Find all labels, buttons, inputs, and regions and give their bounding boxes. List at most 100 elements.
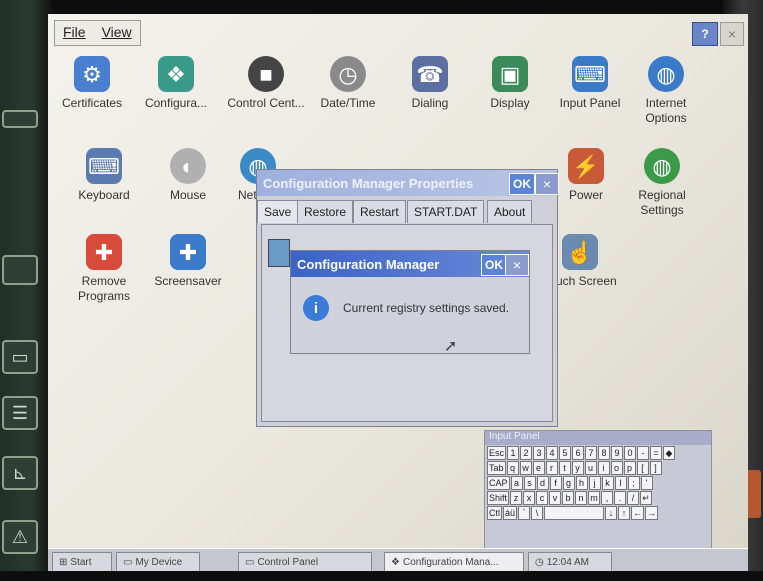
key[interactable]: v — [549, 491, 562, 505]
applet-label: Input Panel — [559, 96, 621, 110]
applet-configuration[interactable]: ❖ Configura... — [134, 56, 218, 111]
key[interactable]: 0 — [624, 446, 637, 460]
menu-file[interactable]: File — [55, 21, 94, 45]
tab-restart[interactable]: Restart — [353, 200, 406, 223]
help-button[interactable]: ? — [692, 22, 718, 46]
key[interactable]: ↵ — [640, 491, 653, 505]
key[interactable]: d — [536, 476, 549, 490]
key[interactable]: , — [601, 491, 614, 505]
key[interactable]: q — [506, 461, 519, 475]
applet-screensaver[interactable]: ✚ Screensaver — [146, 234, 230, 289]
tab-restore[interactable]: Restore — [297, 200, 354, 223]
info-icon: i — [303, 295, 329, 321]
key[interactable]: 2 — [520, 446, 533, 460]
key[interactable]: 4 — [546, 446, 559, 460]
key[interactable]: f — [549, 476, 562, 490]
menu-view[interactable]: View — [94, 21, 140, 45]
space-key[interactable] — [544, 506, 605, 520]
key[interactable]: u — [584, 461, 597, 475]
key[interactable]: ◆ — [663, 446, 676, 460]
applet-display[interactable]: ▣ Display — [468, 56, 552, 111]
message-box-close-button[interactable]: × — [505, 254, 529, 276]
key[interactable]: c — [536, 491, 549, 505]
key[interactable]: m — [588, 491, 601, 505]
applet-internet-options[interactable]: ◍ Internet Options — [624, 56, 708, 126]
hardware-button-1[interactable] — [2, 110, 38, 128]
key[interactable]: ' — [640, 476, 653, 490]
keyboard-row-4: Shift z x c v b n m , . / ↵ — [487, 491, 709, 505]
key[interactable]: x — [523, 491, 536, 505]
applet-remove-programs[interactable]: ✚ Remove Programs — [62, 234, 146, 304]
key[interactable]: a — [510, 476, 523, 490]
key[interactable]: e — [532, 461, 545, 475]
key[interactable]: 6 — [572, 446, 585, 460]
key[interactable]: s — [523, 476, 536, 490]
hardware-button-4[interactable]: ☰ — [2, 396, 38, 430]
key[interactable]: o — [610, 461, 623, 475]
key[interactable]: CAP — [487, 476, 510, 490]
applet-label: Date/Time — [320, 96, 376, 110]
hardware-button-5[interactable]: ⊾ — [2, 456, 38, 490]
key[interactable]: ` — [518, 506, 531, 520]
key[interactable]: 3 — [533, 446, 546, 460]
key[interactable]: r — [545, 461, 558, 475]
key[interactable]: → — [645, 506, 659, 520]
key[interactable]: Esc — [487, 446, 507, 460]
tab-about[interactable]: About — [487, 200, 533, 223]
key[interactable]: / — [627, 491, 640, 505]
key[interactable]: ← — [631, 506, 645, 520]
key[interactable]: áü — [503, 506, 518, 520]
tab-save[interactable]: Save — [257, 200, 299, 223]
key[interactable]: ] — [649, 461, 662, 475]
key[interactable]: = — [650, 446, 663, 460]
applet-datetime[interactable]: ◷ Date/Time — [306, 56, 390, 111]
applet-regional-settings[interactable]: ◍ Regional Settings — [620, 148, 704, 218]
message-box-ok-button[interactable]: OK — [481, 254, 507, 276]
key[interactable]: 7 — [585, 446, 598, 460]
key[interactable]: ↓ — [605, 506, 618, 520]
key[interactable]: p — [623, 461, 636, 475]
key[interactable]: ↑ — [618, 506, 631, 520]
key[interactable]: i — [597, 461, 610, 475]
key[interactable]: g — [562, 476, 575, 490]
key[interactable]: \ — [531, 506, 544, 520]
key[interactable]: l — [614, 476, 627, 490]
key[interactable]: h — [575, 476, 588, 490]
key[interactable]: Ctl — [487, 506, 502, 520]
key[interactable]: k — [601, 476, 614, 490]
applet-dialing[interactable]: ☎ Dialing — [388, 56, 472, 111]
key[interactable]: Tab — [487, 461, 506, 475]
key[interactable]: . — [614, 491, 627, 505]
message-box: Configuration Manager OK × i Current reg… — [290, 250, 530, 354]
applet-label: Dialing — [411, 96, 449, 110]
key[interactable]: j — [588, 476, 601, 490]
key[interactable]: 8 — [598, 446, 611, 460]
hardware-button-3[interactable]: ▭ — [2, 340, 38, 374]
hardware-button-6[interactable]: ⚠ — [2, 520, 38, 554]
key[interactable]: - — [637, 446, 650, 460]
key[interactable]: n — [575, 491, 588, 505]
properties-close-button[interactable]: × — [535, 173, 559, 195]
key[interactable]: Shift — [487, 491, 510, 505]
key[interactable]: t — [558, 461, 571, 475]
hardware-button-2[interactable] — [2, 255, 38, 285]
key[interactable]: y — [571, 461, 584, 475]
key[interactable]: b — [562, 491, 575, 505]
applet-keyboard[interactable]: ⌨ Keyboard — [62, 148, 146, 203]
key[interactable]: w — [519, 461, 532, 475]
key[interactable]: 9 — [611, 446, 624, 460]
key[interactable]: z — [510, 491, 523, 505]
applet-label: Mouse — [169, 188, 207, 202]
applet-input-panel[interactable]: ⌨ Input Panel — [548, 56, 632, 111]
key[interactable]: ; — [627, 476, 640, 490]
message-box-title: Configuration Manager — [297, 256, 440, 272]
key[interactable]: 5 — [559, 446, 572, 460]
key[interactable]: [ — [636, 461, 649, 475]
properties-ok-button[interactable]: OK — [509, 173, 535, 195]
applet-certificates[interactable]: ⚙ Certificates — [50, 56, 134, 111]
touch-screen-icon: ☝ — [562, 234, 598, 270]
tab-startdat[interactable]: START.DAT — [407, 200, 485, 223]
window-close-button[interactable]: × — [720, 22, 744, 46]
key[interactable]: 1 — [507, 446, 520, 460]
applet-control-center[interactable]: ■ Control Cent... — [224, 56, 308, 111]
